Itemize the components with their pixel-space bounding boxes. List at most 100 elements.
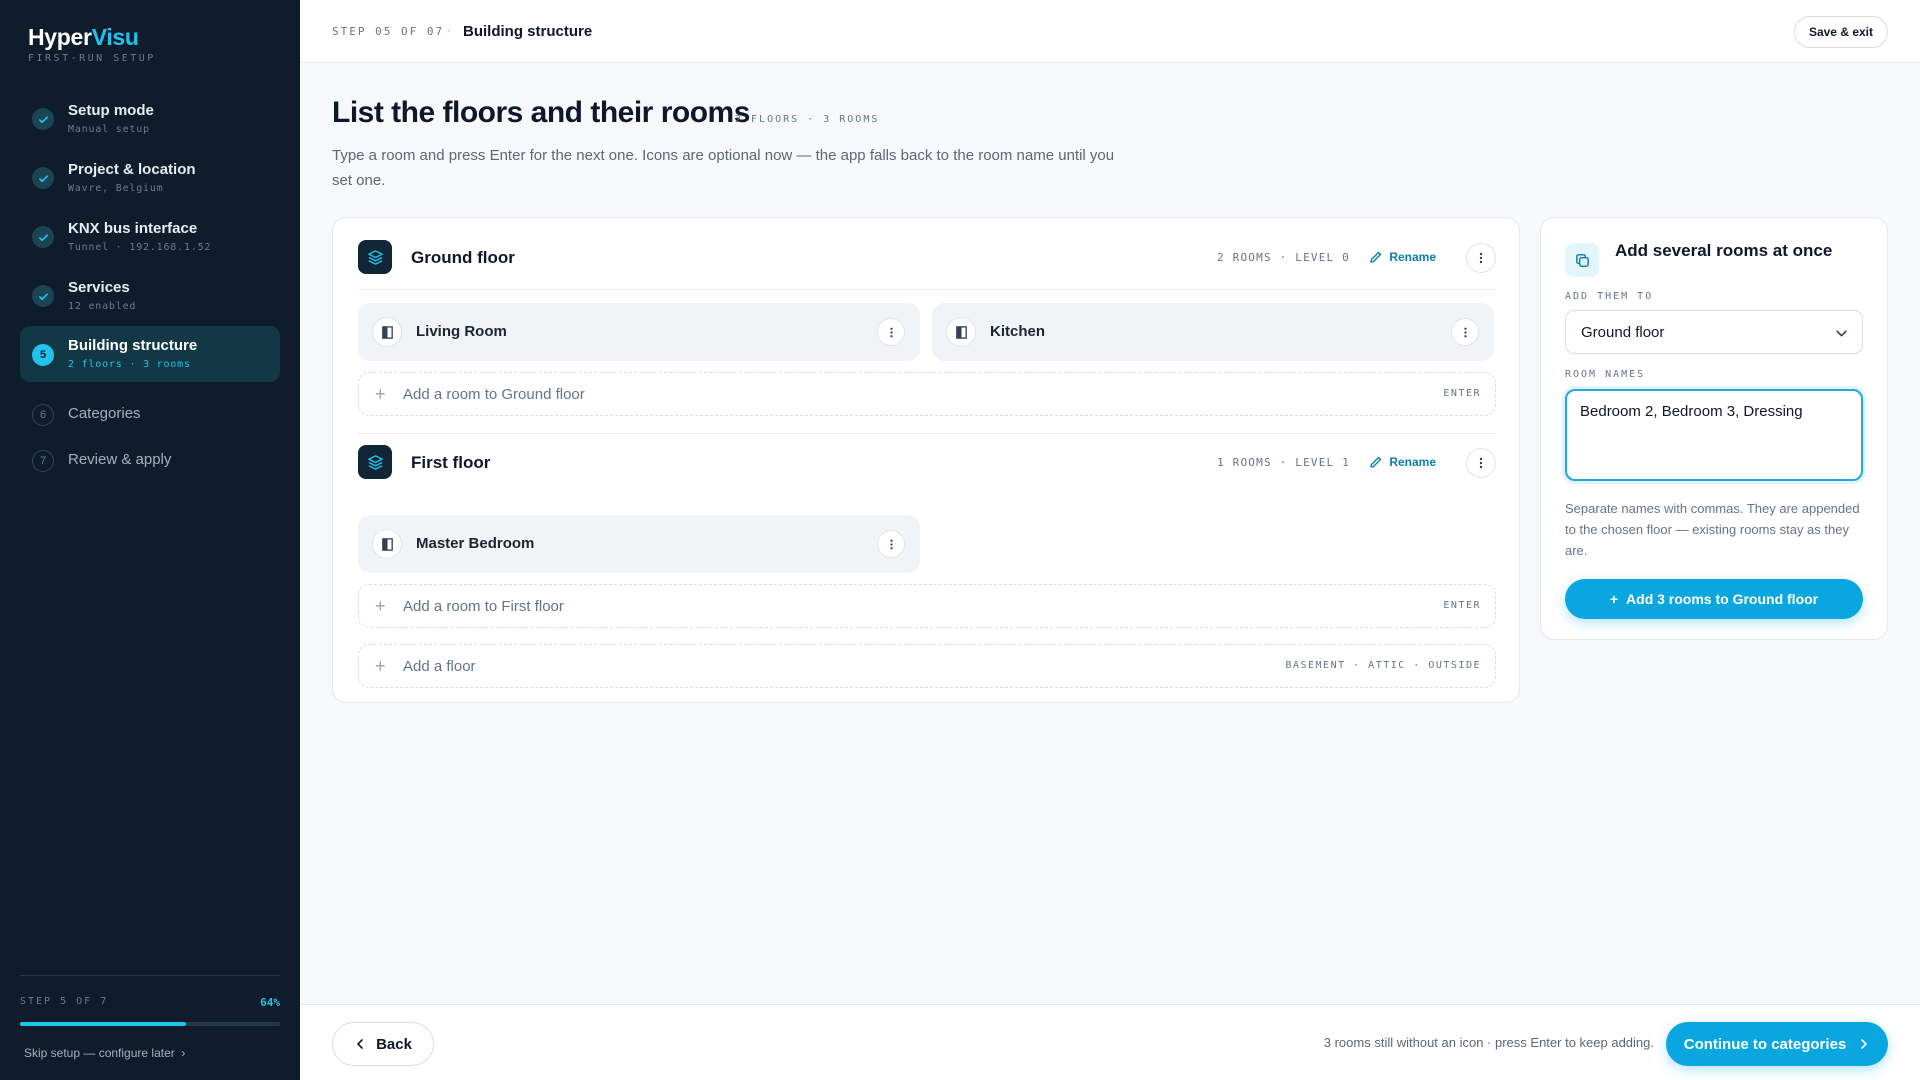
- rename-floor-button[interactable]: Rename: [1369, 246, 1436, 268]
- step-number: 7: [32, 450, 54, 472]
- add-rooms-button[interactable]: + Add 3 rooms to Ground floor: [1565, 579, 1863, 619]
- bulk-help-text: Separate names with commas. They are app…: [1565, 501, 1860, 558]
- step-project-location[interactable]: Project & location Wavre, Belgium: [20, 149, 280, 208]
- add-room-input[interactable]: + Add a room to Ground floor ENTER: [358, 372, 1496, 416]
- room-name: Master Bedroom: [416, 535, 535, 552]
- step-subtitle: 12 enabled: [68, 301, 137, 312]
- step-counter: STEP 05 OF 07: [332, 25, 445, 38]
- floor-ground: Ground floor 2 ROOMS · LEVEL 0 Rename Li…: [358, 218, 1496, 416]
- plus-icon: +: [375, 596, 386, 616]
- sidebar-progress: STEP 5 OF 7 64% Skip setup — configure l…: [20, 975, 280, 1060]
- room-card[interactable]: Kitchen: [932, 303, 1494, 361]
- room-names-textarea[interactable]: Bedroom 2, Bedroom 3, Dressing: [1565, 389, 1863, 481]
- check-icon: [32, 108, 54, 130]
- top-bar: STEP 05 OF 07 · Building structure Save …: [300, 0, 1920, 63]
- step-number: 6: [32, 404, 54, 426]
- step-title: Building structure: [68, 337, 198, 354]
- floor-name: First floor: [411, 453, 491, 472]
- progress-percent: 64%: [260, 996, 280, 1009]
- pencil-icon: [1370, 251, 1382, 263]
- layers-icon: [358, 240, 392, 274]
- step-subtitle: Wavre, Belgium: [68, 183, 164, 194]
- step-categories[interactable]: 6 Categories: [20, 387, 280, 433]
- continue-button[interactable]: Continue to categories: [1666, 1022, 1888, 1066]
- room-more-button[interactable]: [877, 530, 905, 558]
- floor-header: Ground floor 2 ROOMS · LEVEL 0 Rename: [358, 218, 1496, 290]
- enter-hint: ENTER: [1443, 388, 1481, 399]
- step-building-structure[interactable]: 5 Building structure 2 floors · 3 rooms: [20, 326, 280, 382]
- add-floor-input[interactable]: + Add a floor BASEMENT · ATTIC · OUTSIDE: [358, 644, 1496, 688]
- room-list: Master Bedroom: [358, 515, 1496, 573]
- floors-card: Ground floor 2 ROOMS · LEVEL 0 Rename Li…: [332, 217, 1520, 703]
- room-names-label: ROOM NAMES: [1565, 369, 1646, 380]
- target-floor-select[interactable]: Ground floor: [1565, 310, 1863, 354]
- progress-bar: [20, 1022, 280, 1026]
- floor-header: First floor 1 ROOMS · LEVEL 1 Rename: [358, 423, 1496, 495]
- sidebar: HyperVisu FIRST-RUN SETUP Setup mode Man…: [0, 0, 300, 1080]
- add-room-placeholder: Add a room to Ground floor: [403, 386, 585, 403]
- pencil-icon: [1370, 456, 1382, 468]
- step-knx-bus[interactable]: KNX bus interface Tunnel · 192.168.1.52: [20, 208, 280, 267]
- step-title: Services: [68, 279, 130, 296]
- floor-more-button[interactable]: [1466, 243, 1496, 273]
- step-title: Review & apply: [68, 451, 172, 468]
- skip-setup-link[interactable]: Skip setup — configure later ›: [24, 1046, 185, 1060]
- page-title: List the floors and their rooms: [332, 96, 750, 129]
- progress-bar-fill: [20, 1022, 187, 1026]
- room-name: Kitchen: [990, 323, 1046, 340]
- chevron-down-icon: [1836, 330, 1847, 337]
- step-title: Categories: [68, 405, 141, 422]
- check-icon: [32, 226, 54, 248]
- enter-hint: ENTER: [1443, 600, 1481, 611]
- plus-icon: +: [375, 384, 386, 404]
- floor-more-button[interactable]: [1466, 448, 1496, 478]
- room-name: Living Room: [416, 323, 507, 340]
- copy-icon: [1565, 243, 1599, 277]
- room-more-button[interactable]: [1451, 318, 1479, 346]
- add-room-placeholder: Add a room to First floor: [403, 598, 564, 615]
- add-floor-placeholder: Add a floor: [403, 658, 476, 675]
- layers-icon: [358, 445, 392, 479]
- back-button[interactable]: Back: [332, 1022, 434, 1066]
- step-setup-mode[interactable]: Setup mode Manual setup: [20, 90, 280, 149]
- chevron-left-icon: [357, 1039, 363, 1049]
- plus-icon: +: [375, 656, 386, 676]
- floor-first: First floor 1 ROOMS · LEVEL 1 Rename Mas…: [358, 423, 1496, 688]
- more-vertical-icon: [889, 539, 893, 549]
- step-title: Setup mode: [68, 102, 154, 119]
- floor-meta: 1 ROOMS · LEVEL 1: [1217, 456, 1350, 469]
- door-icon[interactable]: [946, 317, 976, 347]
- door-icon[interactable]: [372, 317, 402, 347]
- chevron-right-icon: [1861, 1039, 1868, 1049]
- page-description: Type a room and press Enter for the next…: [332, 147, 1115, 189]
- bulk-title: Add several rooms at once: [1615, 241, 1833, 260]
- more-vertical-icon: [889, 327, 893, 337]
- plus-icon: +: [1609, 591, 1619, 607]
- room-more-button[interactable]: [877, 318, 905, 346]
- brand-subtitle: FIRST-RUN SETUP: [28, 53, 156, 64]
- setup-steps: Setup mode Manual setup Project & locati…: [20, 90, 280, 479]
- floor-meta: 2 ROOMS · LEVEL 0: [1217, 251, 1350, 264]
- step-title: KNX bus interface: [68, 220, 198, 237]
- selected-floor: Ground floor: [1581, 324, 1665, 341]
- check-icon: [32, 285, 54, 307]
- check-icon: [32, 167, 54, 189]
- more-vertical-icon: [1479, 457, 1483, 469]
- floor-name: Ground floor: [411, 248, 515, 267]
- footer-note: 3 rooms still without an icon · press En…: [1323, 1035, 1654, 1050]
- step-review-apply[interactable]: 7 Review & apply: [20, 433, 280, 479]
- app-logo: HyperVisu: [28, 24, 139, 50]
- breadcrumb-title: Building structure: [463, 23, 593, 40]
- save-exit-button[interactable]: Save & exit: [1793, 16, 1888, 48]
- rename-floor-button[interactable]: Rename: [1369, 451, 1436, 473]
- step-services[interactable]: Services 12 enabled: [20, 267, 280, 326]
- room-card[interactable]: Master Bedroom: [358, 515, 920, 573]
- more-vertical-icon: [1463, 327, 1467, 337]
- door-icon[interactable]: [372, 529, 402, 559]
- room-card[interactable]: Living Room: [358, 303, 920, 361]
- step-title: Project & location: [68, 161, 196, 178]
- footer-bar: Back 3 rooms still without an icon · pre…: [300, 1004, 1920, 1080]
- room-list: Living Room Kitchen: [358, 303, 1496, 361]
- breadcrumb-separator: ·: [447, 23, 451, 37]
- add-room-input[interactable]: + Add a room to First floor ENTER: [358, 584, 1496, 628]
